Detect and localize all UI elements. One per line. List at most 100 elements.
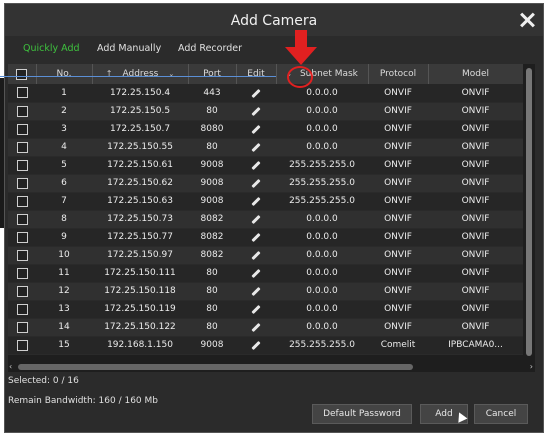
- table-row[interactable]: 9 172.25.150.77 8082 0.0.0.0 ONVIF ONVIF: [8, 228, 523, 247]
- table-row[interactable]: 11 172.25.150.111 80 0.0.0.0 ONVIF ONVIF: [8, 264, 523, 283]
- row-port: 9008: [188, 336, 236, 355]
- row-checkbox[interactable]: [16, 231, 28, 243]
- pencil-icon[interactable]: [251, 124, 261, 135]
- row-checkbox[interactable]: [16, 195, 28, 207]
- table-row[interactable]: 7 172.25.150.63 9008 255.255.255.0 ONVIF ONVI…: [8, 192, 523, 211]
- header-model[interactable]: Model: [428, 64, 523, 84]
- table-row[interactable]: 12 172.25.150.118 80 0.0.0.0 ONVIF ONVIF: [8, 282, 523, 301]
- table-row[interactable]: 8 172.25.150.73 8082 0.0.0.0 ONVIF ONVIF: [8, 210, 523, 229]
- row-checkbox[interactable]: [16, 339, 28, 351]
- row-select-cell[interactable]: [8, 318, 36, 337]
- row-edit-cell[interactable]: [236, 192, 276, 211]
- table-row[interactable]: 14 172.25.150.122 80 0.0.0.0 ONVIF ONVIF: [8, 318, 523, 337]
- row-checkbox[interactable]: [16, 213, 28, 225]
- row-checkbox[interactable]: [16, 267, 28, 279]
- row-checkbox[interactable]: [16, 249, 28, 261]
- row-edit-cell[interactable]: [236, 120, 276, 139]
- row-protocol: ONVIF: [368, 282, 428, 301]
- pencil-icon[interactable]: [251, 322, 261, 333]
- table-row[interactable]: 6 172.25.150.62 9008 255.255.255.0 ONVIF ONVI…: [8, 174, 523, 193]
- vertical-scrollbar[interactable]: [523, 64, 535, 364]
- row-select-cell[interactable]: [8, 282, 36, 301]
- header-address[interactable]: ↑ Address ⌄: [92, 64, 189, 84]
- row-checkbox[interactable]: [16, 159, 28, 171]
- row-edit-cell[interactable]: [236, 156, 276, 175]
- close-icon[interactable]: [519, 12, 535, 28]
- row-edit-cell[interactable]: [236, 138, 276, 157]
- row-select-cell[interactable]: [8, 300, 36, 319]
- table-row[interactable]: 5 172.25.150.61 9008 255.255.255.0 ONVIF ONVI…: [8, 156, 523, 175]
- cancel-button[interactable]: Cancel: [474, 404, 528, 424]
- tab-add-manually[interactable]: Add Manually: [97, 43, 161, 54]
- row-select-cell[interactable]: [8, 264, 36, 283]
- row-checkbox[interactable]: [16, 141, 28, 153]
- table-row[interactable]: 4 172.25.150.55 80 0.0.0.0 ONVIF ONVIF: [8, 138, 523, 157]
- pencil-icon[interactable]: [251, 214, 261, 225]
- row-no: 4: [36, 138, 92, 157]
- table-row[interactable]: 1 172.25.150.4 443 0.0.0.0 ONVIF ONVIF: [8, 84, 523, 103]
- row-edit-cell[interactable]: [236, 210, 276, 229]
- pencil-icon[interactable]: [251, 304, 261, 315]
- row-select-cell[interactable]: [8, 120, 36, 139]
- pencil-icon[interactable]: [251, 286, 261, 297]
- pencil-icon[interactable]: [251, 340, 261, 351]
- table-row[interactable]: 10 172.25.150.97 8082 0.0.0.0 ONVIF ONVIF: [8, 246, 523, 265]
- pencil-icon[interactable]: [251, 142, 261, 153]
- table-row[interactable]: 3 172.25.150.7 8080 0.0.0.0 ONVIF ONVIF: [8, 120, 523, 139]
- row-checkbox[interactable]: [16, 105, 28, 117]
- table-row[interactable]: 2 172.25.150.5 80 0.0.0.0 ONVIF ONVIF: [8, 102, 523, 121]
- header-protocol[interactable]: Protocol: [368, 64, 429, 84]
- row-edit-cell[interactable]: [236, 318, 276, 337]
- tab-add-recorder[interactable]: Add Recorder: [178, 43, 242, 54]
- row-edit-cell[interactable]: [236, 246, 276, 265]
- row-edit-cell[interactable]: [236, 84, 276, 103]
- header-no[interactable]: No.: [36, 64, 93, 84]
- row-no: 13: [36, 300, 92, 319]
- row-edit-cell[interactable]: [236, 264, 276, 283]
- pencil-icon[interactable]: [251, 88, 261, 98]
- row-select-cell[interactable]: [8, 156, 36, 175]
- row-checkbox[interactable]: [16, 87, 28, 99]
- table-row[interactable]: 13 172.25.150.119 80 0.0.0.0 ONVIF ONVIF: [8, 300, 523, 319]
- row-checkbox[interactable]: [16, 303, 28, 315]
- row-select-cell[interactable]: [8, 192, 36, 211]
- header-select-all[interactable]: [8, 64, 37, 84]
- row-select-cell[interactable]: [8, 138, 36, 157]
- pencil-icon[interactable]: [251, 178, 261, 189]
- table-row[interactable]: 15 192.168.1.150 9008 255.255.255.0 Comelit I…: [8, 336, 523, 355]
- tab-quickly-add[interactable]: Quickly Add: [23, 43, 80, 54]
- header-port[interactable]: Port: [188, 64, 237, 84]
- pencil-icon[interactable]: [251, 250, 261, 261]
- row-select-cell[interactable]: [8, 336, 36, 355]
- pencil-icon[interactable]: [251, 106, 261, 117]
- row-address: 172.25.150.7: [92, 120, 188, 139]
- pencil-icon[interactable]: [251, 268, 261, 279]
- row-model: ONVIF: [428, 282, 523, 301]
- scroll-right-icon[interactable]: ›: [530, 362, 533, 371]
- select-all-checkbox[interactable]: [16, 68, 28, 80]
- pencil-icon[interactable]: [251, 196, 261, 207]
- horizontal-scrollbar[interactable]: ‹ ›: [8, 362, 535, 372]
- pencil-icon[interactable]: [251, 160, 261, 171]
- row-select-cell[interactable]: [8, 102, 36, 121]
- row-select-cell[interactable]: [8, 228, 36, 247]
- pencil-icon[interactable]: [251, 232, 261, 243]
- row-select-cell[interactable]: [8, 84, 36, 103]
- row-select-cell[interactable]: [8, 210, 36, 229]
- row-checkbox[interactable]: [16, 285, 28, 297]
- row-select-cell[interactable]: [8, 246, 36, 265]
- row-edit-cell[interactable]: [236, 336, 276, 355]
- row-checkbox[interactable]: [16, 321, 28, 333]
- scroll-left-icon[interactable]: ‹: [9, 362, 12, 371]
- row-edit-cell[interactable]: [236, 174, 276, 193]
- row-checkbox[interactable]: [16, 177, 28, 189]
- horizontal-scroll-thumb[interactable]: [18, 364, 413, 370]
- row-edit-cell[interactable]: [236, 282, 276, 301]
- row-edit-cell[interactable]: [236, 300, 276, 319]
- row-edit-cell[interactable]: [236, 228, 276, 247]
- default-password-button[interactable]: Default Password: [312, 404, 412, 424]
- vertical-scroll-thumb[interactable]: [526, 68, 532, 356]
- row-checkbox[interactable]: [16, 123, 28, 135]
- row-select-cell[interactable]: [8, 174, 36, 193]
- row-edit-cell[interactable]: [236, 102, 276, 121]
